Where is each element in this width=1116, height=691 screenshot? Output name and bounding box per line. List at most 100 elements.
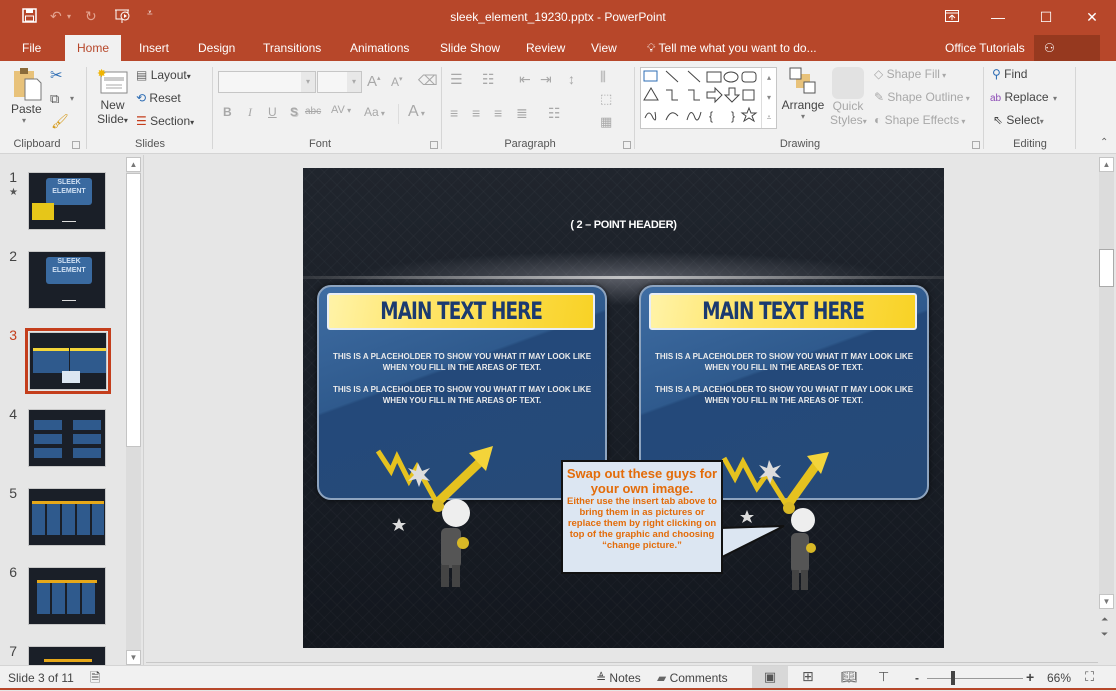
tab-animations[interactable]: Animations — [340, 35, 419, 61]
align-left-icon[interactable]: ≡ — [450, 105, 458, 121]
increase-indent-icon[interactable]: ⇥ — [540, 71, 552, 88]
zoom-in-button[interactable]: + — [1026, 669, 1034, 685]
font-launcher-icon[interactable] — [430, 141, 438, 149]
scroll-down-button[interactable]: ▼ — [126, 650, 141, 665]
editor-scroll-track[interactable]: ▲ ▼ — [1099, 157, 1114, 609]
instruction-callout[interactable]: Swap out these guys for your own image. … — [561, 460, 723, 574]
shapes-gallery[interactable]: {} ▴ ▾ ⩡ — [640, 67, 777, 129]
tab-home[interactable]: Home — [65, 35, 121, 61]
right-panel-text-2[interactable]: THIS IS A PLACEHOLDER TO SHOW YOU WHAT I… — [651, 384, 917, 406]
font-name-dropdown-icon[interactable]: ▾ — [301, 72, 315, 92]
zoom-slider-thumb[interactable] — [951, 671, 955, 685]
tab-view[interactable]: View — [581, 35, 627, 61]
notes-button[interactable]: ≜ Notes — [596, 671, 641, 685]
collapse-ribbon-icon[interactable]: ⌃ — [1100, 137, 1108, 148]
copy-icon[interactable]: ⧉ — [50, 91, 59, 107]
slide-thumbnail-2[interactable]: SLEEK ELEMENT — [28, 251, 106, 309]
ribbon-display-icon[interactable] — [937, 6, 967, 28]
font-size-dropdown-icon[interactable]: ▾ — [347, 72, 361, 92]
office-tutorials-link[interactable]: Office Tutorials — [935, 35, 1035, 61]
grow-font-icon[interactable]: A▴ — [367, 73, 381, 90]
justify-icon[interactable]: ≣ — [516, 105, 528, 122]
decrease-indent-icon[interactable]: ⇤ — [519, 71, 531, 88]
align-text-icon[interactable]: ⬚ — [600, 91, 612, 107]
slide-header[interactable]: ( 2 – POINT HEADER) — [303, 219, 944, 231]
left-panel-title[interactable]: MAIN TEXT HERE — [380, 295, 543, 328]
layout-button[interactable]: ▤ Layout▾ — [136, 68, 191, 82]
align-right-icon[interactable]: ≡ — [494, 105, 502, 121]
left-panel-text-1[interactable]: THIS IS A PLACEHOLDER TO SHOW YOU WHAT I… — [329, 351, 595, 373]
zoom-slider[interactable] — [927, 678, 1023, 679]
shrink-font-icon[interactable]: A▾ — [391, 75, 403, 89]
font-color-button[interactable]: A ▾ — [408, 103, 425, 121]
tab-transitions[interactable]: Transitions — [253, 35, 331, 61]
reset-button[interactable]: ⟲ Reset — [136, 91, 181, 105]
slide-thumbnail-5[interactable] — [28, 488, 106, 546]
right-panel-text-1[interactable]: THIS IS A PLACEHOLDER TO SHOW YOU WHAT I… — [651, 351, 917, 373]
underline-button[interactable]: U — [268, 105, 277, 119]
quick-styles-button[interactable]: Quick Styles▾ — [830, 67, 867, 127]
format-painter-icon[interactable]: 🖌︎ — [51, 113, 69, 130]
tab-file[interactable]: File — [12, 35, 51, 61]
paste-dropdown-icon[interactable]: ▾ — [22, 116, 42, 125]
arrange-button[interactable]: Arrange ▾ — [781, 67, 825, 121]
slide-thumbnail-3[interactable] — [25, 328, 111, 394]
comments-button[interactable]: ▰ Comments — [657, 671, 728, 685]
drawing-launcher-icon[interactable] — [972, 141, 980, 149]
spell-check-icon[interactable]: 🗎︎ — [90, 669, 100, 691]
editor-scroll-down-button[interactable]: ▼ — [1099, 594, 1114, 609]
tab-design[interactable]: Design — [188, 35, 245, 61]
slide-thumbnail-1[interactable]: SLEEK ELEMENT — [28, 172, 106, 230]
find-button[interactable]: ⚲ Find — [992, 67, 1027, 81]
tab-insert[interactable]: Insert — [129, 35, 179, 61]
convert-smartart-icon[interactable]: ▦ — [600, 114, 612, 130]
zoom-out-button[interactable]: - — [915, 671, 919, 685]
copy-dropdown-icon[interactable]: ▾ — [70, 94, 74, 103]
zoom-level[interactable]: 66% — [1047, 671, 1071, 685]
section-button[interactable]: ☰ Section▾ — [136, 114, 194, 128]
line-spacing-icon[interactable]: ↕ — [568, 71, 575, 87]
font-size-input[interactable]: ▾ — [317, 71, 362, 93]
shape-fill-button[interactable]: ◇ Shape Fill ▾ — [874, 67, 946, 81]
bold-button[interactable]: B — [223, 105, 232, 119]
slide-thumbnail-4[interactable] — [28, 409, 106, 467]
editor-scroll-thumb[interactable] — [1099, 249, 1114, 287]
fit-to-window-icon[interactable]: ⛶ — [1085, 669, 1094, 685]
clear-formatting-icon[interactable]: ⌫ — [418, 72, 438, 89]
gallery-scroll[interactable]: ▴ ▾ ⩡ — [761, 68, 776, 128]
left-panel-text-2[interactable]: THIS IS A PLACEHOLDER TO SHOW YOU WHAT I… — [329, 384, 595, 406]
share-button[interactable]: ⚇ Share — [1034, 35, 1100, 81]
next-slide-icon[interactable]: ⏷ — [1101, 629, 1108, 640]
slide-thumbnail-7[interactable] — [28, 646, 106, 666]
tab-slide-show[interactable]: Slide Show — [430, 35, 510, 61]
columns-icon[interactable]: ☷ — [548, 105, 561, 122]
slide-canvas[interactable]: ( 2 – POINT HEADER) MAIN TEXT HERE THIS … — [303, 168, 944, 648]
close-icon[interactable]: ✕ — [1077, 6, 1107, 28]
text-shadow-button[interactable]: S — [290, 105, 298, 119]
text-direction-icon[interactable]: ⫼ — [600, 69, 606, 85]
tab-review[interactable]: Review — [516, 35, 575, 61]
bullets-icon[interactable]: ☰ — [450, 71, 463, 88]
editor-scrollbar[interactable]: ▲ ▼ ⏶ ⏷ — [1098, 155, 1116, 665]
shape-outline-button[interactable]: ✎ Shape Outline ▾ — [874, 90, 970, 104]
slide-thumbnail-6[interactable] — [28, 567, 106, 625]
thumbnail-scrollbar[interactable]: ▲ ▼ — [126, 157, 141, 665]
reading-view-button[interactable]: 📖︎ — [841, 669, 858, 685]
left-figure-image[interactable] — [373, 443, 503, 593]
paste-button[interactable]: Paste ▾ — [11, 67, 42, 125]
slide-sorter-button[interactable]: ⊞ — [802, 668, 814, 685]
maximize-icon[interactable]: ☐ — [1031, 6, 1061, 28]
slide-show-button[interactable]: ⊤ — [878, 669, 889, 685]
align-center-icon[interactable]: ≡ — [472, 105, 480, 121]
replace-button[interactable]: ab Replace ▾ — [990, 90, 1057, 104]
previous-slide-icon[interactable]: ⏶ — [1101, 614, 1108, 625]
cut-icon[interactable]: ✂ — [50, 66, 63, 84]
paragraph-launcher-icon[interactable] — [623, 141, 631, 149]
shape-effects-button[interactable]: ◐ Shape Effects ▾ — [874, 113, 965, 127]
editor-scroll-up-button[interactable]: ▲ — [1099, 157, 1114, 172]
right-panel-title[interactable]: MAIN TEXT HERE — [702, 295, 865, 328]
scroll-thumb[interactable] — [126, 173, 141, 447]
scroll-up-button[interactable]: ▲ — [126, 157, 141, 172]
select-button[interactable]: ⇖ Select▾ — [993, 113, 1044, 127]
minimize-icon[interactable]: — — [983, 6, 1013, 28]
